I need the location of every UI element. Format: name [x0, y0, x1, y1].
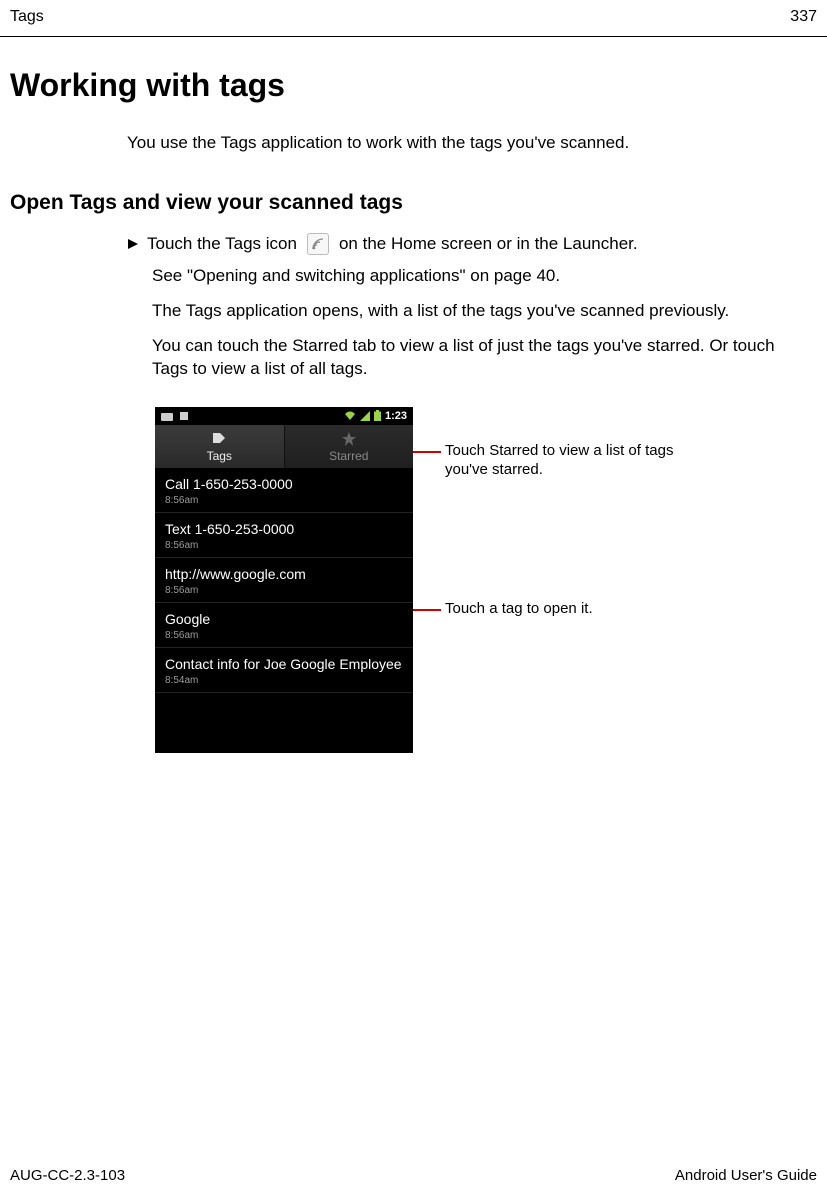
phone-figure: 1:23 Tags Starred Call 1-650-253-0000 8:…	[0, 385, 827, 753]
status-time: 1:23	[385, 410, 407, 422]
page-header: Tags 337	[0, 0, 827, 37]
triangle-bullet-icon	[127, 238, 139, 250]
list-item-time: 8:54am	[165, 675, 403, 686]
list-item-title: Text 1-650-253-0000	[165, 521, 403, 537]
list-item[interactable]: Contact info for Joe Google Employee 8:5…	[155, 648, 413, 693]
intro-paragraph: You use the Tags application to work wit…	[0, 114, 827, 169]
battery-icon	[374, 410, 381, 421]
page-title: Working with tags	[0, 37, 827, 114]
tab-tags[interactable]: Tags	[155, 425, 284, 468]
list-item-title: Google	[165, 611, 403, 627]
list-item-time: 8:56am	[165, 540, 403, 551]
page-footer: AUG-CC-2.3-103 Android User's Guide	[0, 1157, 827, 1196]
step-text-before: Touch the Tags icon	[147, 234, 297, 254]
list-item-time: 8:56am	[165, 630, 403, 641]
tag-list: Call 1-650-253-0000 8:56am Text 1-650-25…	[155, 468, 413, 753]
list-item-title: Contact info for Joe Google Employee	[165, 656, 403, 672]
callout-text: Touch Starred to view a list of tags you…	[441, 441, 701, 480]
device-screenshot: 1:23 Tags Starred Call 1-650-253-0000 8:…	[155, 407, 413, 753]
list-item-title: Call 1-650-253-0000	[165, 476, 403, 492]
tab-label: Tags	[207, 449, 232, 463]
header-section: Tags	[10, 8, 44, 26]
list-empty-space	[155, 693, 413, 753]
list-item[interactable]: Call 1-650-253-0000 8:56am	[155, 468, 413, 513]
footer-left: AUG-CC-2.3-103	[10, 1167, 125, 1184]
list-item-time: 8:56am	[165, 495, 403, 506]
paragraph: You can touch the Starred tab to view a …	[0, 327, 827, 385]
paragraph: The Tags application opens, with a list …	[0, 292, 827, 327]
tab-bar: Tags Starred	[155, 425, 413, 468]
status-bar: 1:23	[155, 407, 413, 425]
step-text-after: on the Home screen or in the Launcher.	[339, 234, 638, 254]
star-icon	[285, 431, 414, 447]
list-item[interactable]: Google 8:56am	[155, 603, 413, 648]
callout-starred: Touch Starred to view a list of tags you…	[413, 441, 701, 480]
tab-label: Starred	[329, 449, 368, 463]
list-item[interactable]: http://www.google.com 8:56am	[155, 558, 413, 603]
section-heading: Open Tags and view your scanned tags	[0, 169, 827, 227]
callout-text: Touch a tag to open it.	[441, 599, 593, 619]
leader-line	[413, 609, 441, 611]
notification-icon	[179, 411, 189, 421]
step-row: Touch the Tags icon on the Home screen o…	[0, 227, 827, 257]
paragraph: See "Opening and switching applications"…	[0, 257, 827, 292]
list-item-time: 8:56am	[165, 585, 403, 596]
signal-icon	[360, 411, 370, 421]
list-item-title: http://www.google.com	[165, 566, 403, 582]
tag-icon	[155, 431, 284, 447]
callout-open-tag: Touch a tag to open it.	[413, 599, 593, 619]
tags-app-icon	[307, 233, 329, 255]
list-item[interactable]: Text 1-650-253-0000 8:56am	[155, 513, 413, 558]
leader-line	[413, 451, 441, 453]
wifi-icon	[344, 411, 356, 421]
notification-icon	[161, 411, 173, 421]
footer-right: Android User's Guide	[675, 1167, 817, 1184]
tab-starred[interactable]: Starred	[285, 425, 414, 468]
callouts: Touch Starred to view a list of tags you…	[413, 407, 817, 753]
header-page-number: 337	[790, 8, 817, 26]
